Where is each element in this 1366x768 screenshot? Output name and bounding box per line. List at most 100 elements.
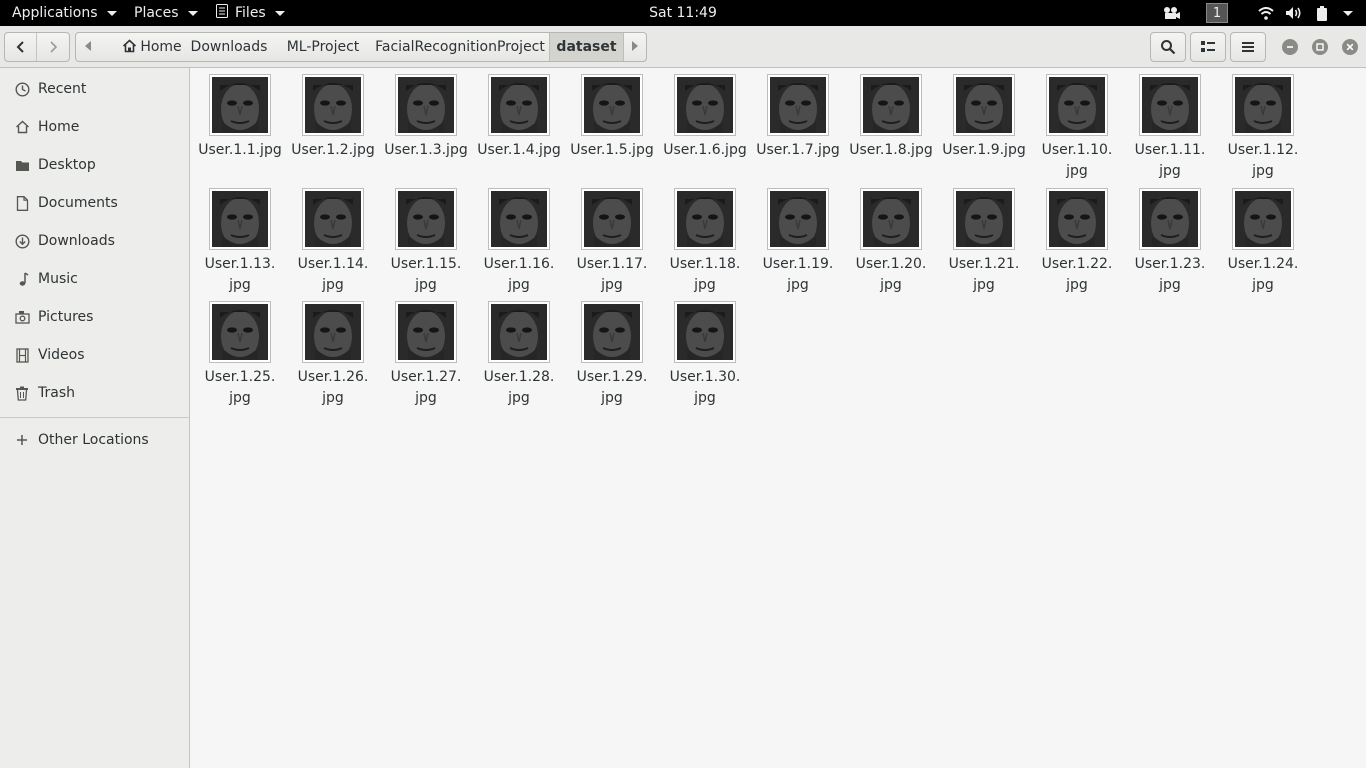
file-name-line: jpg	[1252, 163, 1274, 179]
file-name: User.1.11. jpg	[1124, 140, 1216, 182]
file-grid[interactable]: User.1.1.jpg User.1.2.jpg User.1.3.jpg User…	[190, 68, 1366, 768]
file-item[interactable]: User.1.6.jpg	[659, 74, 751, 161]
file-name-line: jpg	[415, 276, 437, 293]
file-name-line: jpg	[1066, 163, 1088, 179]
file-name: User.1.27. jpg	[380, 367, 472, 409]
crumb-downloads[interactable]: Downloads	[184, 33, 274, 61]
battery-icon[interactable]	[1313, 0, 1331, 26]
files-app-label: Files	[235, 5, 266, 21]
file-item[interactable]: User.1.14. jpg	[287, 187, 379, 296]
minimize-button[interactable]	[1282, 39, 1298, 55]
image-thumbnail	[488, 301, 550, 363]
file-item[interactable]: User.1.1.jpg	[194, 74, 286, 161]
file-item[interactable]: User.1.29. jpg	[566, 301, 658, 409]
path-scroll-right-button[interactable]	[624, 33, 646, 61]
file-item[interactable]: User.1.17. jpg	[566, 187, 658, 296]
back-button[interactable]	[5, 33, 37, 61]
search-button[interactable]	[1150, 32, 1186, 62]
sidebar-item-desktop[interactable]: Desktop	[0, 146, 189, 184]
sidebar-item-downloads[interactable]: Downloads	[0, 222, 189, 260]
file-name-line: User.1.16.	[483, 255, 555, 272]
places-menu[interactable]: Places	[134, 0, 198, 26]
file-name-line: User.1.10.	[1041, 142, 1113, 158]
file-item[interactable]: User.1.12. jpg	[1217, 74, 1309, 182]
file-item[interactable]: User.1.13. jpg	[194, 187, 286, 296]
file-item[interactable]: User.1.27. jpg	[380, 301, 472, 409]
file-item[interactable]: User.1.3.jpg	[380, 74, 472, 161]
close-button[interactable]	[1342, 39, 1358, 55]
file-name-line: User.1.25.	[204, 369, 276, 385]
file-item[interactable]: User.1.26. jpg	[287, 301, 379, 409]
sidebar-item-trash[interactable]: Trash	[0, 374, 189, 412]
file-item[interactable]: User.1.7.jpg	[752, 74, 844, 161]
image-thumbnail	[767, 74, 829, 136]
file-item[interactable]: User.1.24. jpg	[1217, 187, 1309, 296]
sidebar-item-videos[interactable]: Videos	[0, 336, 189, 374]
sidebar-item-pictures[interactable]: Pictures	[0, 298, 189, 336]
file-item[interactable]: User.1.9.jpg	[938, 74, 1030, 161]
places-menu-label: Places	[134, 5, 179, 21]
sidebar-item-label: Other Locations	[38, 432, 149, 448]
top-bar: Applications Places Files Sat 11:49 1	[0, 0, 1366, 26]
file-item[interactable]: User.1.2.jpg	[287, 74, 379, 161]
file-item[interactable]: User.1.21. jpg	[938, 187, 1030, 296]
file-name: User.1.14. jpg	[287, 254, 379, 296]
chevron-down-icon	[187, 10, 198, 16]
file-item[interactable]: User.1.5.jpg	[566, 74, 658, 161]
file-name: User.1.13. jpg	[194, 254, 286, 296]
path-scroll-left-button[interactable]	[76, 33, 100, 61]
file-name-line: User.1.15.	[390, 255, 462, 272]
file-item[interactable]: User.1.10. jpg	[1031, 74, 1123, 182]
sidebar-item-recent[interactable]: Recent	[0, 70, 189, 108]
volume-icon[interactable]	[1284, 0, 1304, 26]
file-item[interactable]: User.1.23. jpg	[1124, 187, 1216, 296]
file-item[interactable]: User.1.18. jpg	[659, 187, 751, 296]
wifi-icon[interactable]	[1256, 0, 1276, 26]
sidebar-item-other-locations[interactable]: Other Locations	[0, 421, 189, 459]
file-name-line: User.1.19.	[762, 255, 834, 272]
image-thumbnail	[395, 74, 457, 136]
file-item[interactable]: User.1.25. jpg	[194, 301, 286, 409]
header-bar: Home Downloads ML-Project FacialRecognit…	[0, 26, 1366, 68]
sidebar: Recent Home Desktop Documents Downloads …	[0, 68, 190, 768]
folder-icon	[14, 157, 30, 173]
file-item[interactable]: User.1.28. jpg	[473, 301, 565, 409]
camera-indicator-icon[interactable]	[1160, 0, 1184, 26]
menu-button[interactable]	[1230, 32, 1266, 62]
sidebar-item-music[interactable]: Music	[0, 260, 189, 298]
crumb-ml-project[interactable]: ML-Project	[279, 33, 367, 61]
file-item[interactable]: User.1.15. jpg	[380, 187, 472, 296]
workspace-indicator[interactable]: 1	[1205, 0, 1229, 26]
applications-menu[interactable]: Applications	[12, 0, 117, 26]
file-name-line: User.1.12.	[1227, 142, 1299, 158]
image-thumbnail	[953, 74, 1015, 136]
file-item[interactable]: User.1.19. jpg	[752, 187, 844, 296]
path-bar: Home Downloads ML-Project FacialRecognit…	[75, 32, 647, 62]
sidebar-item-home[interactable]: Home	[0, 108, 189, 146]
file-item[interactable]: User.1.30. jpg	[659, 301, 751, 409]
file-name-line: jpg	[787, 276, 809, 293]
file-item[interactable]: User.1.22. jpg	[1031, 187, 1123, 296]
view-toggle-button[interactable]	[1190, 32, 1226, 62]
file-item[interactable]: User.1.4.jpg	[473, 74, 565, 161]
sidebar-item-documents[interactable]: Documents	[0, 184, 189, 222]
file-item[interactable]: User.1.8.jpg	[845, 74, 937, 161]
file-name-line: User.1.17.	[576, 255, 648, 272]
file-name-line: jpg	[229, 390, 251, 406]
forward-button[interactable]	[37, 33, 69, 61]
files-app-icon	[215, 4, 229, 22]
image-thumbnail	[674, 301, 736, 363]
system-menu-chevron-icon[interactable]	[1336, 0, 1356, 26]
file-item[interactable]: User.1.20. jpg	[845, 187, 937, 296]
file-name-line: jpg	[973, 276, 995, 293]
file-name-line: jpg	[694, 390, 716, 406]
file-name-line: User.1.3.jpg	[384, 142, 468, 158]
crumb-dataset[interactable]: dataset	[549, 33, 624, 61]
maximize-button[interactable]	[1312, 39, 1328, 55]
clock[interactable]: Sat 11:49	[649, 5, 717, 21]
file-item[interactable]: User.1.16. jpg	[473, 187, 565, 296]
file-name: User.1.15. jpg	[380, 254, 472, 296]
file-item[interactable]: User.1.11. jpg	[1124, 74, 1216, 182]
crumb-facial-recognition-project[interactable]: FacialRecognitionProject	[372, 33, 548, 61]
files-app-menu[interactable]: Files	[215, 0, 285, 26]
